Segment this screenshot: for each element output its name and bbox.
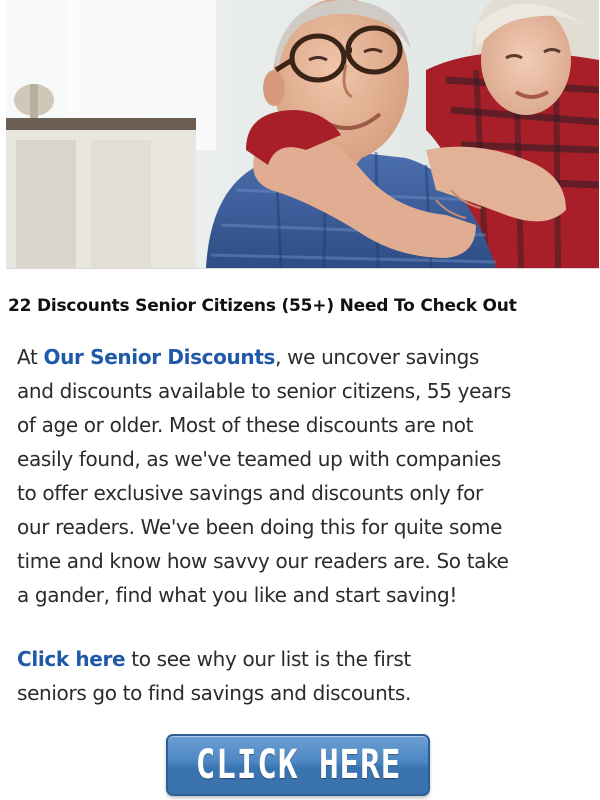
cta-paragraph: Click here to see why our list is the fi… bbox=[17, 642, 587, 710]
intro-line-1-rest: , we uncover savings bbox=[275, 345, 479, 369]
cta-line-1: Click here to see why our list is the fi… bbox=[17, 642, 587, 676]
cta-line-2: seniors go to find savings and discounts… bbox=[17, 681, 411, 705]
senior-couple-photo bbox=[6, 0, 599, 268]
cta-line-1-rest: to see why our list is the first bbox=[125, 647, 411, 671]
intro-line: easily found, as we've teamed up with co… bbox=[17, 447, 501, 471]
click-here-link[interactable]: Click here bbox=[17, 647, 126, 671]
hero-image bbox=[6, 0, 599, 269]
click-here-button-label: CLICK HERE bbox=[195, 742, 401, 788]
click-here-button[interactable]: CLICK HERE bbox=[166, 734, 430, 796]
page-title: 22 Discounts Senior Citizens (55+) Need … bbox=[8, 296, 517, 316]
intro-line: a gander, find what you like and start s… bbox=[17, 583, 458, 607]
intro-line: of age or older. Most of these discounts… bbox=[17, 413, 474, 437]
intro-line-1: At Our Senior Discounts, we uncover savi… bbox=[17, 340, 587, 374]
intro-line: time and know how savvy our readers are.… bbox=[17, 549, 509, 573]
article-page: 22 Discounts Senior Citizens (55+) Need … bbox=[0, 0, 600, 800]
our-senior-discounts-link[interactable]: Our Senior Discounts bbox=[43, 345, 275, 369]
intro-line: our readers. We've been doing this for q… bbox=[17, 515, 503, 539]
intro-paragraph: At Our Senior Discounts, we uncover savi… bbox=[17, 340, 587, 612]
intro-line: and discounts available to senior citize… bbox=[17, 379, 511, 403]
intro-line: to offer exclusive savings and discounts… bbox=[17, 481, 483, 505]
intro-prefix: At bbox=[17, 345, 44, 369]
